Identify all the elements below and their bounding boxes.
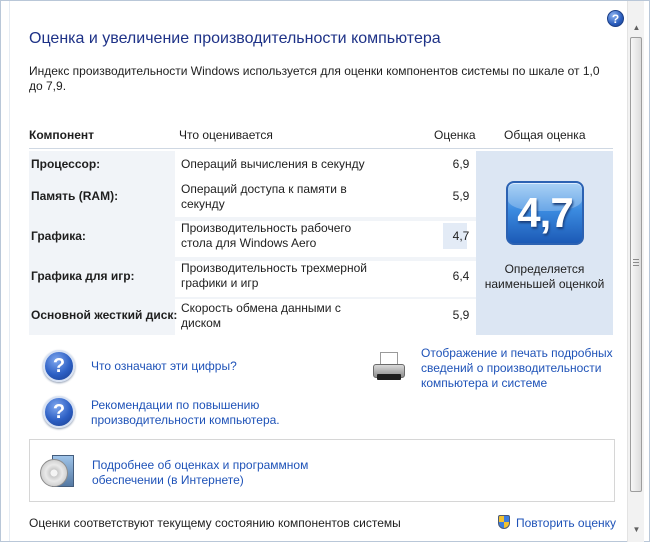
row-score: 5,9 [452,189,470,203]
row-what: Производительность трехмерной графики и … [181,261,367,290]
table-row: Графика: Производительность рабочего сто… [29,221,476,257]
table-row: Графика для игр: Производительность трех… [29,261,476,297]
overall-caption: Определяется наименьшей оценкой [484,262,605,291]
tips-link[interactable]: Рекомендации по повышению производительн… [91,398,351,428]
row-component: Графика: [31,229,86,243]
print-details-link[interactable]: Отображение и печать подробных сведений … [421,346,619,391]
row-component: Процессор: [31,157,101,171]
table-row: Основной жесткий диск: Скорость обмена д… [29,299,476,335]
scroll-down-arrow-icon[interactable]: ▼ [628,521,645,538]
rescore-label[interactable]: Повторить оценку [516,516,616,530]
online-info-link[interactable]: Подробнее об оценках и программном обесп… [92,458,332,488]
printer-icon[interactable] [371,352,407,380]
row-score: 5,9 [452,308,470,322]
status-text: Оценки соответствуют текущему состоянию … [29,516,401,530]
software-icon[interactable] [40,455,74,489]
header-overall: Общая оценка [504,128,586,142]
row-score: 4,7 [452,229,470,243]
row-component: Основной жесткий диск: [31,308,178,322]
row-what: Скорость обмена данными с диском [181,301,341,330]
performance-window: ? ▲ ▼ Оценка и увеличение производительн… [0,0,650,542]
thumb-grip [633,259,639,266]
header-score: Оценка [434,128,476,142]
overall-score-value: 4,7 [517,189,573,236]
shield-icon [498,515,510,529]
scroll-up-arrow-icon[interactable]: ▲ [628,19,645,36]
question-icon[interactable]: ? [43,350,75,382]
vertical-scrollbar[interactable]: ▲ ▼ [627,1,644,542]
software-disc [40,459,68,487]
row-what: Операций вычисления в секунду [181,157,365,171]
row-component: Графика для игр: [31,269,135,283]
help-icon[interactable]: ? [607,10,624,27]
header-what: Что оценивается [179,128,273,142]
intro-text: Индекс производительности Windows исполь… [29,64,600,93]
header-divider [29,148,613,149]
left-divider [9,1,10,541]
online-info-panel: Подробнее об оценках и программном обесп… [29,439,615,502]
page-title: Оценка и увеличение производительности к… [29,30,441,47]
row-score: 6,9 [452,157,470,171]
header-component: Компонент [29,128,94,142]
overall-score-panel: 4,7 Определяется наименьшей оценкой [476,151,613,335]
question-icon[interactable]: ? [43,396,75,428]
printer-tray [377,374,401,380]
row-score: 6,4 [452,269,470,283]
overall-score-badge: 4,7 [506,181,584,245]
scroll-thumb[interactable] [630,37,642,492]
row-what: Производительность рабочего стола для Wi… [181,221,352,250]
what-numbers-mean-link[interactable]: Что означают эти цифры? [91,359,351,374]
score-table: Процессор: Операций вычисления в секунду… [29,151,476,335]
row-what: Операций доступа к памяти в секунду [181,182,347,211]
table-row: Память (RAM): Операций доступа к памяти … [29,181,476,217]
row-component: Память (RAM): [31,189,119,203]
